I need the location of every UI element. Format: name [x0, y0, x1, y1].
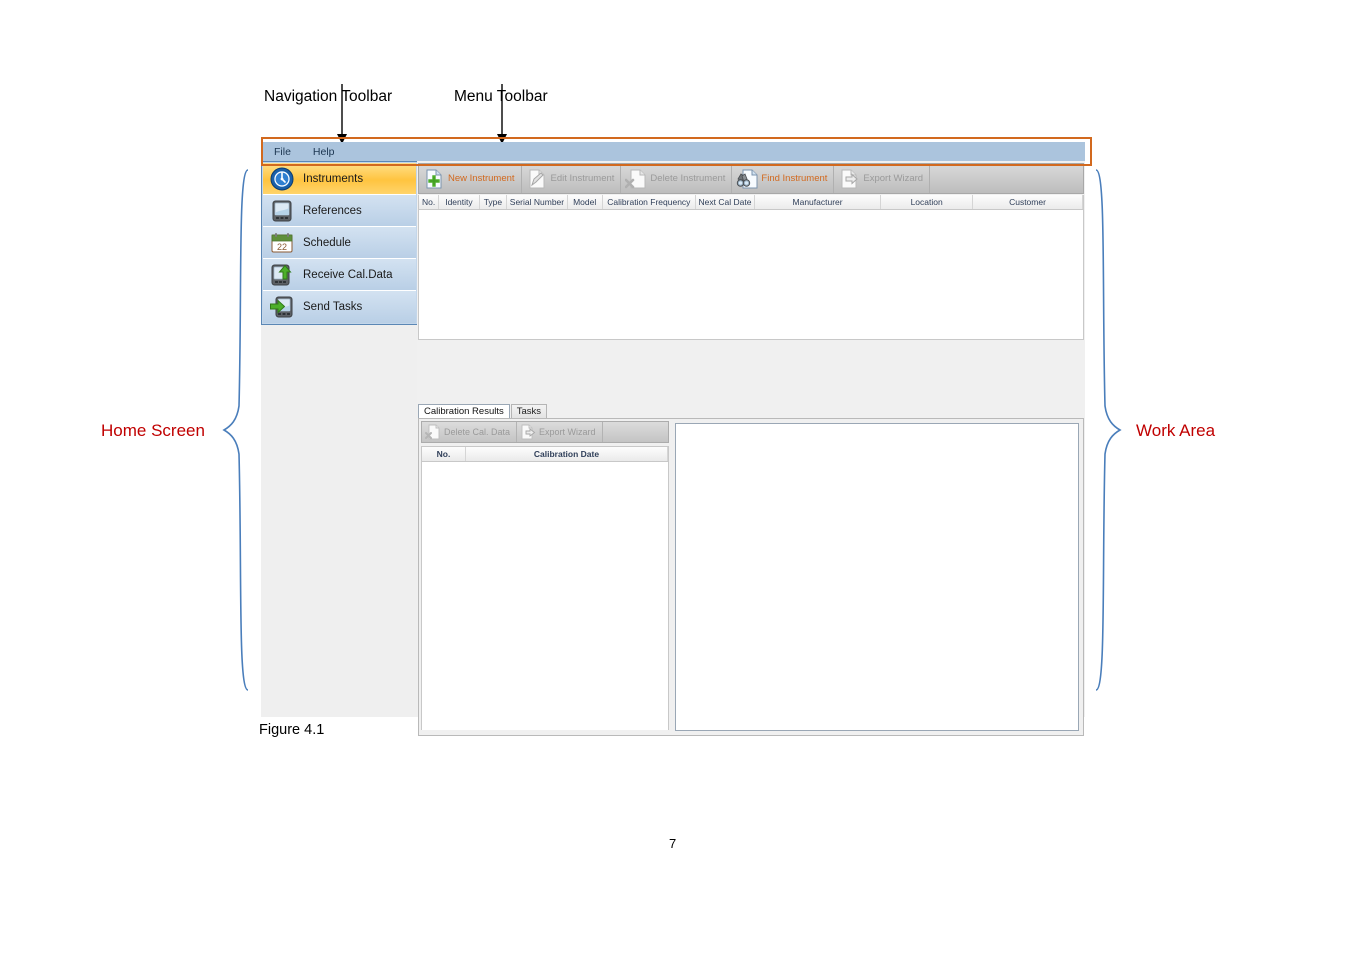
page-delete-icon	[625, 168, 647, 190]
document-page: Navigation Toolbar Menu Toolbar Home Scr…	[0, 0, 1350, 954]
column-header-serial-number[interactable]: Serial Number	[507, 195, 568, 209]
callout-work-area-label: Work Area	[1136, 421, 1216, 440]
page-export-icon	[838, 168, 860, 190]
instrument-grid-header: No. Identity Type Serial Number Model Ca…	[419, 195, 1083, 210]
delete-instrument-button[interactable]: Delete Instrument	[621, 164, 733, 193]
calibration-toolbar-button-label: Delete Cal. Data	[444, 427, 511, 437]
callout-home-screen-label: Home Screen	[101, 421, 205, 440]
sidebar-item-label: Receive Cal.Data	[303, 268, 393, 281]
instrument-grid-body[interactable]	[419, 210, 1083, 338]
calibration-toolbar-button-label: Export Wizard	[539, 427, 596, 437]
calibration-detail-pane[interactable]	[675, 423, 1079, 731]
column-header-next-cal-date[interactable]: Next Cal Date	[696, 195, 755, 209]
sidebar-item-label: References	[303, 204, 362, 217]
bottom-panel: Calibration Results Tasks Delete Cal. Da…	[418, 404, 1084, 736]
svg-text:22: 22	[277, 242, 287, 252]
export-wizard-button[interactable]: Export Wizard	[834, 164, 931, 193]
toolbar-button-label: Find Instrument	[761, 173, 828, 184]
column-header-no[interactable]: No.	[422, 447, 466, 461]
sidebar-item-receive-cal-data[interactable]: Receive Cal.Data	[263, 259, 416, 291]
tab-calibration-results[interactable]: Calibration Results	[418, 404, 510, 419]
column-header-calibration-frequency[interactable]: Calibration Frequency	[603, 195, 697, 209]
bottom-split-container: Delete Cal. Data Export Wizard No. Calib…	[418, 418, 1084, 736]
gauge-icon	[269, 166, 295, 192]
column-header-location[interactable]: Location	[881, 195, 973, 209]
binoculars-icon	[736, 168, 758, 190]
toolbar-filler	[930, 164, 1083, 193]
calibration-results-grid: No. Calibration Date	[421, 446, 669, 730]
sidebar-item-instruments[interactable]: Instruments	[263, 163, 416, 195]
sidebar-item-schedule[interactable]: 22 Schedule	[263, 227, 416, 259]
find-instrument-button[interactable]: Find Instrument	[732, 164, 835, 193]
work-area: New Instrument Edit Instrument Delete In…	[417, 161, 1085, 736]
page-export-icon	[520, 424, 536, 440]
calibration-grid-header: No. Calibration Date	[422, 447, 668, 462]
column-header-customer[interactable]: Customer	[973, 195, 1083, 209]
page-number: 7	[669, 836, 677, 851]
instrument-toolbar: New Instrument Edit Instrument Delete In…	[418, 163, 1084, 194]
sidebar-item-label: Schedule	[303, 236, 351, 249]
calibration-toolbar: Delete Cal. Data Export Wizard	[421, 421, 669, 443]
column-header-no[interactable]: No.	[419, 195, 440, 209]
sidebar-item-send-tasks[interactable]: Send Tasks	[263, 291, 416, 323]
sidebar-item-references[interactable]: References	[263, 195, 416, 227]
navigation-toolbar: Instruments References 22 Schedule Recei…	[261, 161, 418, 717]
device-arrow-up-icon	[269, 262, 295, 288]
delete-cal-data-button[interactable]: Delete Cal. Data	[422, 422, 518, 442]
work-area-brace	[1095, 169, 1122, 691]
handheld-device-icon	[269, 198, 295, 224]
page-plus-icon	[423, 168, 445, 190]
sidebar-item-label: Send Tasks	[303, 301, 363, 313]
calendar-icon: 22	[269, 230, 295, 256]
toolbar-button-label: Edit Instrument	[550, 173, 615, 184]
sidebar-item-label: Instruments	[303, 172, 364, 185]
column-header-calibration-date[interactable]: Calibration Date	[466, 447, 668, 461]
page-delete-icon	[425, 424, 441, 440]
home-screen-brace	[222, 169, 249, 691]
column-header-manufacturer[interactable]: Manufacturer	[755, 195, 882, 209]
application-window: File Help Instruments References 22 Sche…	[261, 142, 1085, 736]
column-header-type[interactable]: Type	[480, 195, 508, 209]
page-pencil-icon	[526, 168, 548, 190]
edit-instrument-button[interactable]: Edit Instrument	[522, 164, 622, 193]
figure-caption: Figure 4.1	[259, 722, 325, 738]
calibration-results-pane: Delete Cal. Data Export Wizard No. Calib…	[419, 419, 671, 735]
menu-toolbar-highlight-frame	[261, 137, 1092, 166]
toolbar-button-label: Delete Instrument	[650, 173, 726, 184]
bottom-panel-tabstrip: Calibration Results Tasks	[418, 404, 548, 419]
toolbar-button-label: New Instrument	[448, 173, 515, 184]
new-instrument-button[interactable]: New Instrument	[419, 164, 522, 193]
instrument-grid: No. Identity Type Serial Number Model Ca…	[418, 195, 1084, 340]
device-arrow-right-icon	[269, 294, 295, 320]
calibration-grid-body[interactable]	[422, 462, 668, 730]
cal-export-wizard-button[interactable]: Export Wizard	[517, 422, 603, 442]
column-header-identity[interactable]: Identity	[439, 195, 480, 209]
callout-navigation-toolbar-label: Navigation Toolbar	[264, 88, 393, 105]
tab-tasks[interactable]: Tasks	[510, 404, 548, 419]
toolbar-button-label: Export Wizard	[863, 173, 924, 184]
column-header-model[interactable]: Model	[568, 195, 603, 209]
navigation-list: Instruments References 22 Schedule Recei…	[261, 161, 418, 325]
